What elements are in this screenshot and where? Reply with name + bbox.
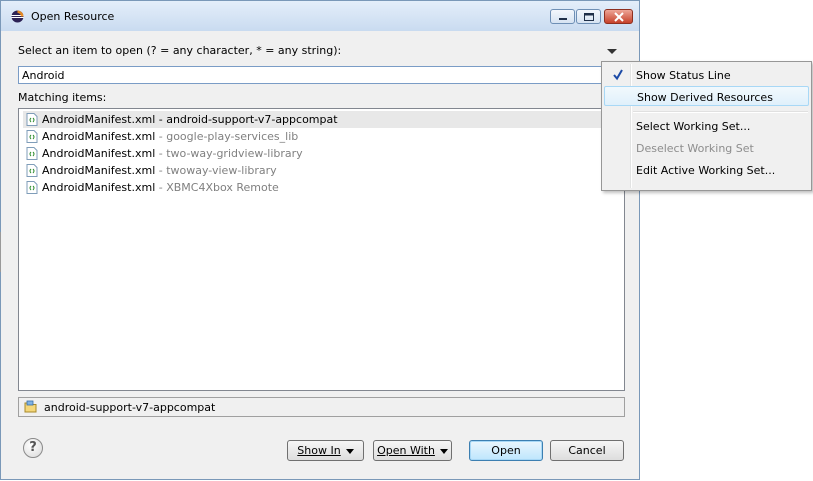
- separator: -: [155, 130, 167, 143]
- xml-file-icon: [26, 130, 38, 143]
- menu-separator: [633, 111, 808, 113]
- open-button[interactable]: Open: [469, 440, 543, 461]
- menu-item-label: Edit Active Working Set...: [636, 164, 776, 177]
- open-resource-dialog: Open Resource Select an item to open (? …: [0, 0, 640, 480]
- list-item[interactable]: AndroidManifest.xml - twoway-view-librar…: [23, 162, 603, 179]
- minimize-button[interactable]: [550, 9, 575, 24]
- view-menu-icon[interactable]: [606, 46, 618, 56]
- menu-item-show-status-line[interactable]: Show Status Line: [604, 65, 809, 85]
- menu-item-label: Select Working Set...: [636, 120, 751, 133]
- chevron-down-icon: [439, 448, 448, 454]
- xml-file-icon: [26, 181, 38, 194]
- xml-file-icon: [26, 113, 38, 126]
- menu-item-edit-active-working-set[interactable]: Edit Active Working Set...: [604, 160, 809, 180]
- search-input[interactable]: [19, 67, 625, 83]
- file-name: AndroidManifest.xml: [42, 113, 156, 126]
- title-bar[interactable]: Open Resource: [1, 1, 639, 31]
- details-bar: android-support-v7-appcompat: [18, 397, 625, 417]
- menu-item-show-derived-resources[interactable]: Show Derived Resources: [604, 86, 809, 106]
- menu-item-deselect-working-set: Deselect Working Set: [604, 138, 809, 158]
- project-name: android-support-v7-appcompat: [166, 113, 338, 126]
- separator: -: [155, 113, 167, 126]
- search-field[interactable]: [18, 66, 626, 84]
- maximize-icon: [584, 13, 594, 21]
- separator: -: [155, 164, 167, 177]
- menu-item-label: Show Status Line: [636, 69, 731, 82]
- matching-items-list[interactable]: AndroidManifest.xml - android-support-v7…: [18, 108, 625, 391]
- project-name: twoway-view-library: [166, 164, 277, 177]
- close-icon: [614, 12, 624, 22]
- file-name: AndroidManifest.xml: [42, 130, 156, 143]
- project-folder-icon: [24, 400, 37, 413]
- menu-item-label: Show Derived Resources: [637, 91, 773, 104]
- view-menu-popup: Show Status Line Show Derived Resources …: [601, 61, 812, 191]
- file-name: AndroidManifest.xml: [42, 164, 156, 177]
- maximize-button[interactable]: [576, 9, 601, 24]
- show-in-button[interactable]: Show In: [287, 440, 364, 461]
- dialog-body: Select an item to open (? = any characte…: [8, 31, 632, 474]
- close-button[interactable]: [604, 9, 633, 24]
- project-name: XBMC4Xbox Remote: [166, 181, 279, 194]
- chevron-down-icon: [345, 448, 354, 454]
- search-prompt: Select an item to open (? = any characte…: [18, 44, 342, 57]
- menu-item-label: Deselect Working Set: [636, 142, 754, 155]
- details-project-name: android-support-v7-appcompat: [44, 401, 216, 414]
- separator: -: [155, 181, 167, 194]
- file-name: AndroidManifest.xml: [42, 147, 156, 160]
- separator: -: [155, 147, 167, 160]
- list-item[interactable]: AndroidManifest.xml - two-way-gridview-l…: [23, 145, 603, 162]
- cancel-button[interactable]: Cancel: [550, 440, 624, 461]
- matching-items-label: Matching items:: [18, 91, 107, 104]
- eclipse-icon: [11, 10, 24, 23]
- list-item[interactable]: AndroidManifest.xml - android-support-v7…: [23, 111, 603, 128]
- window-title: Open Resource: [31, 10, 115, 23]
- list-item[interactable]: AndroidManifest.xml - google-play-servic…: [23, 128, 603, 145]
- menu-item-select-working-set[interactable]: Select Working Set...: [604, 116, 809, 136]
- show-in-label: Show In: [297, 444, 341, 457]
- project-name: google-play-services_lib: [166, 130, 299, 143]
- divider: [0, 232, 3, 272]
- checkmark-icon: [613, 69, 623, 81]
- help-icon: ?: [29, 440, 37, 455]
- cancel-label: Cancel: [568, 444, 606, 457]
- minimize-icon: [559, 18, 567, 20]
- open-with-button[interactable]: Open With: [373, 440, 452, 461]
- file-name: AndroidManifest.xml: [42, 181, 156, 194]
- open-with-label: Open With: [377, 444, 435, 457]
- xml-file-icon: [26, 164, 38, 177]
- help-button[interactable]: ?: [23, 438, 43, 458]
- list-item[interactable]: AndroidManifest.xml - XBMC4Xbox Remote: [23, 179, 603, 196]
- project-name: two-way-gridview-library: [166, 147, 303, 160]
- open-label: Open: [491, 444, 521, 457]
- xml-file-icon: [26, 147, 38, 160]
